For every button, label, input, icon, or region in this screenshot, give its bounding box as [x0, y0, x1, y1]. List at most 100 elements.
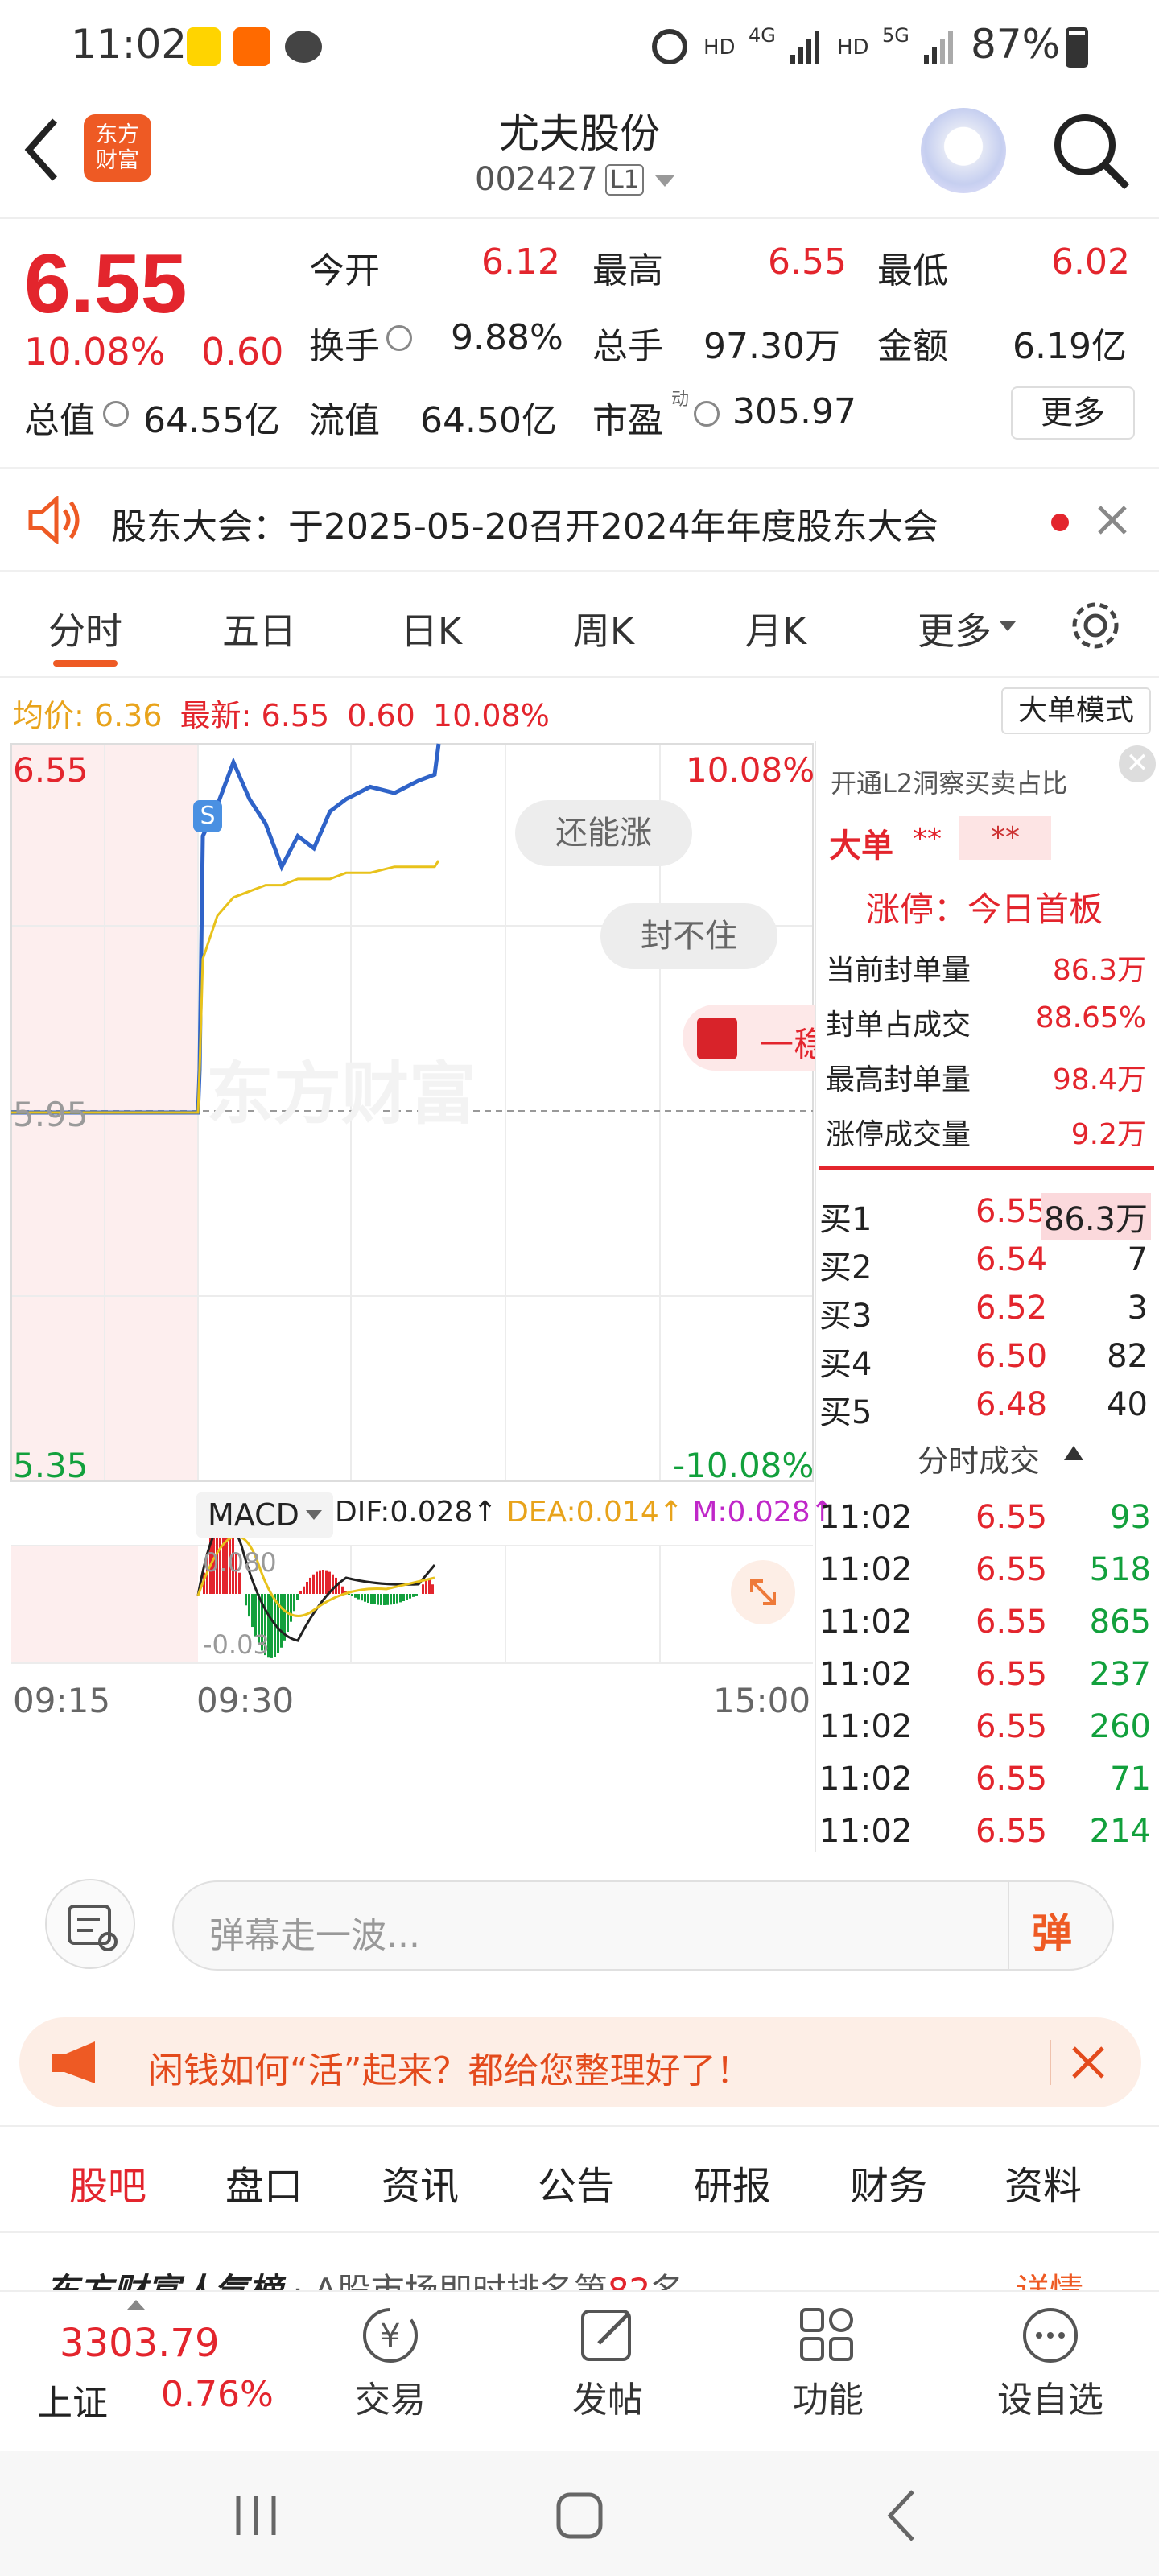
macd-bar — [309, 1577, 311, 1594]
tab-pankou[interactable]: 盘口 — [225, 2154, 303, 2211]
tab-profile[interactable]: 资料 — [1004, 2154, 1082, 2211]
dropdown-arrow-icon[interactable] — [998, 620, 1017, 633]
alarm-icon — [652, 29, 687, 64]
float-label: 流值 — [309, 400, 380, 441]
signal-marker[interactable]: S — [193, 800, 222, 832]
settings-gear-icon[interactable] — [1067, 597, 1124, 654]
megaphone-icon — [52, 2041, 95, 2083]
promo-banner[interactable]: 闲钱如何“活”起来？都给您整理好了！ — [19, 2017, 1141, 2107]
pe-label: 市盈 — [592, 400, 663, 441]
macd-bar — [367, 1594, 369, 1604]
latest-label: 最新: — [179, 698, 252, 733]
rank-detail-link[interactable]: 详情 — [1016, 2264, 1083, 2291]
notice-text: 股东大会：于2025-05-20召开2024年年度股东大会 — [111, 506, 938, 547]
danmaku-bubble[interactable]: 还能涨 — [515, 800, 692, 866]
popularity-rank[interactable]: 东方财富人气榜 · A股市场即时排名第82名 详情 — [45, 2259, 1156, 2291]
hd-badge: HD — [837, 35, 869, 60]
macd-bar — [316, 1571, 318, 1594]
volume-label: 总手 — [592, 326, 663, 367]
info-icon[interactable] — [694, 401, 720, 427]
latest-value: 6.55 — [261, 698, 330, 733]
battery-percent: 87% — [971, 21, 1061, 68]
tab-research[interactable]: 研报 — [694, 2154, 771, 2211]
macd-bar — [364, 1594, 366, 1602]
tab-announcement[interactable]: 公告 — [538, 2154, 615, 2211]
promo-divider — [1050, 2040, 1051, 2085]
trade-row: 11:02 6.55 93 — [819, 1499, 1151, 1536]
expand-icon[interactable] — [731, 1560, 795, 1624]
orderbook-row[interactable]: 买4 6.50 82 — [819, 1331, 1157, 1383]
info-icon[interactable] — [386, 325, 412, 351]
macd-axis-top: 0.080 — [203, 1547, 277, 1578]
tab-weekly-k[interactable]: 周K — [531, 602, 676, 655]
time-axis-open: 09:30 — [196, 1681, 295, 1720]
panel-row-value: 9.2万 — [1070, 1118, 1146, 1151]
macd-bar — [306, 1582, 308, 1594]
macd-bar — [390, 1594, 392, 1605]
home-icon[interactable] — [554, 2490, 605, 2541]
signal-icon — [790, 31, 819, 64]
network-5g: 5G — [882, 24, 909, 47]
functions-button[interactable]: 功能 — [776, 2303, 881, 2448]
amount-label: 金额 — [877, 326, 948, 367]
close-icon[interactable] — [1070, 2045, 1106, 2080]
add-watchlist-button[interactable]: 设自选 — [982, 2303, 1119, 2448]
close-icon[interactable] — [1096, 504, 1128, 536]
sort-up-icon[interactable] — [1062, 1444, 1085, 1462]
more-button[interactable]: 更多 — [1011, 386, 1135, 440]
trades-title[interactable]: 分时成交 — [918, 1436, 1040, 1480]
change-percent: 10.08% — [24, 330, 166, 374]
post-button[interactable]: 发帖 — [555, 2303, 660, 2448]
tab-finance[interactable]: 财务 — [850, 2154, 927, 2211]
danmaku-settings-icon[interactable] — [45, 1879, 135, 1969]
danmaku-send-button[interactable]: 弹 — [1032, 1901, 1072, 1959]
index-ticker[interactable]: 3303.79 上证 0.76% — [0, 2292, 282, 2453]
orderbook-row[interactable]: 买3 6.52 3 — [819, 1283, 1157, 1335]
danmaku-input[interactable]: 弹幕走一波... 弹 — [172, 1880, 1114, 1971]
info-icon[interactable] — [103, 401, 129, 427]
danmaku-bubble[interactable]: 封不住 — [600, 903, 777, 969]
trade-row: 11:02 6.55 214 — [819, 1813, 1151, 1850]
tab-monthly-k[interactable]: 月K — [703, 602, 848, 655]
dropdown-arrow-icon[interactable] — [304, 1509, 324, 1521]
close-icon[interactable]: ✕ — [1119, 745, 1156, 782]
orderbook-row[interactable]: 买2 6.54 7 — [819, 1235, 1157, 1286]
big-order-mode-button[interactable]: 大单模式 — [1001, 687, 1151, 734]
macd-bar — [296, 1594, 299, 1600]
recent-apps-icon[interactable] — [230, 2491, 282, 2540]
l2-promo-link[interactable]: 开通L2洞察买卖占比 — [831, 763, 1067, 800]
panel-row-value: 86.3万 — [1052, 954, 1146, 987]
tab-news[interactable]: 资讯 — [382, 2154, 459, 2211]
tab-guba[interactable]: 股吧 — [69, 2154, 146, 2211]
trade-yen-icon: ¥ — [363, 2308, 418, 2363]
danmaku-bubble-gift[interactable]: 一稳 — [683, 1005, 816, 1071]
dropdown-arrow-icon[interactable] — [654, 174, 676, 188]
search-icon[interactable] — [1051, 111, 1132, 192]
macd-bar — [322, 1570, 324, 1594]
macd-bar — [248, 1594, 250, 1617]
panel-row-label: 涨停成交量 — [826, 1118, 971, 1151]
avg-label: 均价: — [13, 698, 85, 733]
low-label: 最低 — [877, 250, 948, 291]
index-name: 上证 — [37, 2383, 108, 2424]
back-icon[interactable] — [884, 2487, 919, 2545]
macd-bar — [396, 1594, 398, 1604]
macd-bar — [399, 1594, 402, 1603]
orderbook-row[interactable]: 买1 6.55 86.3万 — [819, 1187, 1157, 1240]
level-badge[interactable]: L1 — [605, 164, 644, 196]
chart-tabs: 分时 五日 日K 周K 月K 更多 — [0, 573, 1159, 678]
tab-five-day[interactable]: 五日 — [187, 602, 332, 655]
robot-assistant-icon[interactable] — [921, 108, 1006, 193]
shareholder-notice[interactable]: 股东大会：于2025-05-20召开2024年年度股东大会 — [0, 467, 1159, 572]
tab-daily-k[interactable]: 日K — [359, 602, 504, 655]
trade-row: 11:02 6.55 260 — [819, 1708, 1151, 1745]
macd-bar — [373, 1594, 376, 1604]
pe-value: 305.97 — [732, 391, 856, 432]
latest-percent: 10.08% — [432, 698, 550, 733]
tab-intraday[interactable]: 分时 — [13, 602, 158, 655]
macd-bar — [251, 1594, 254, 1628]
trade-row: 11:02 6.55 518 — [819, 1551, 1151, 1588]
trade-button[interactable]: ¥ 交易 — [338, 2303, 443, 2448]
macd-bar — [290, 1594, 292, 1622]
orderbook-row[interactable]: 买5 6.48 40 — [819, 1380, 1157, 1431]
